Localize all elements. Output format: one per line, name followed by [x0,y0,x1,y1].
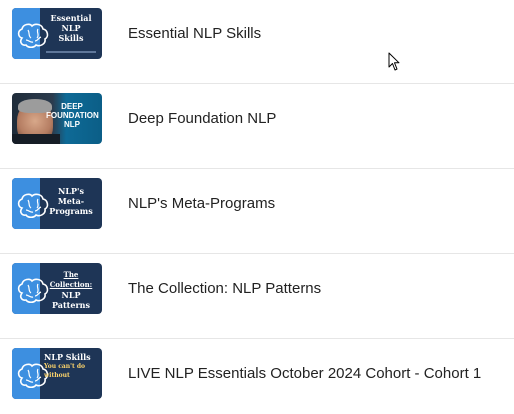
course-thumbnail[interactable]: NLP's Meta- Programs [12,178,102,229]
course-row-deep-foundation-nlp[interactable]: DEEP FOUNDATION NLP Deep Foundation NLP [0,85,514,169]
course-row-live-nlp-essentials[interactable]: NLP Skills You can't do without LIVE NLP… [0,340,514,414]
course-thumbnail[interactable]: Essential NLP Skills [12,8,102,59]
thumbnail-title: DEEP FOUNDATION NLP [46,102,99,129]
thumbnail-title: The Collection: NLP Patterns [49,270,93,310]
course-row-collection-nlp-patterns[interactable]: The Collection: NLP Patterns The Collect… [0,255,514,339]
presenter-suit [12,134,60,144]
course-title[interactable]: The Collection: NLP Patterns [128,255,321,322]
course-list: Essential NLP Skills Essential NLP Skill… [0,0,514,414]
course-title[interactable]: LIVE NLP Essentials October 2024 Cohort … [128,340,481,407]
course-row-essential-nlp-skills[interactable]: Essential NLP Skills Essential NLP Skill… [0,0,514,84]
thumbnail-subtitle-line [46,51,96,53]
mouse-cursor-icon [388,52,400,71]
thumbnail-title: NLP Skills You can't do without [44,352,91,380]
course-title[interactable]: Deep Foundation NLP [128,85,276,152]
course-thumbnail[interactable]: DEEP FOUNDATION NLP [12,93,102,144]
course-title[interactable]: Essential NLP Skills [128,0,261,67]
thumbnail-title: NLP's Meta- Programs [49,186,93,216]
course-thumbnail[interactable]: NLP Skills You can't do without [12,348,102,399]
thumbnail-title: Essential NLP Skills [50,13,92,43]
course-thumbnail[interactable]: The Collection: NLP Patterns [12,263,102,314]
course-title[interactable]: NLP's Meta-Programs [128,170,275,237]
course-row-meta-programs[interactable]: NLP's Meta- Programs NLP's Meta-Programs [0,170,514,254]
